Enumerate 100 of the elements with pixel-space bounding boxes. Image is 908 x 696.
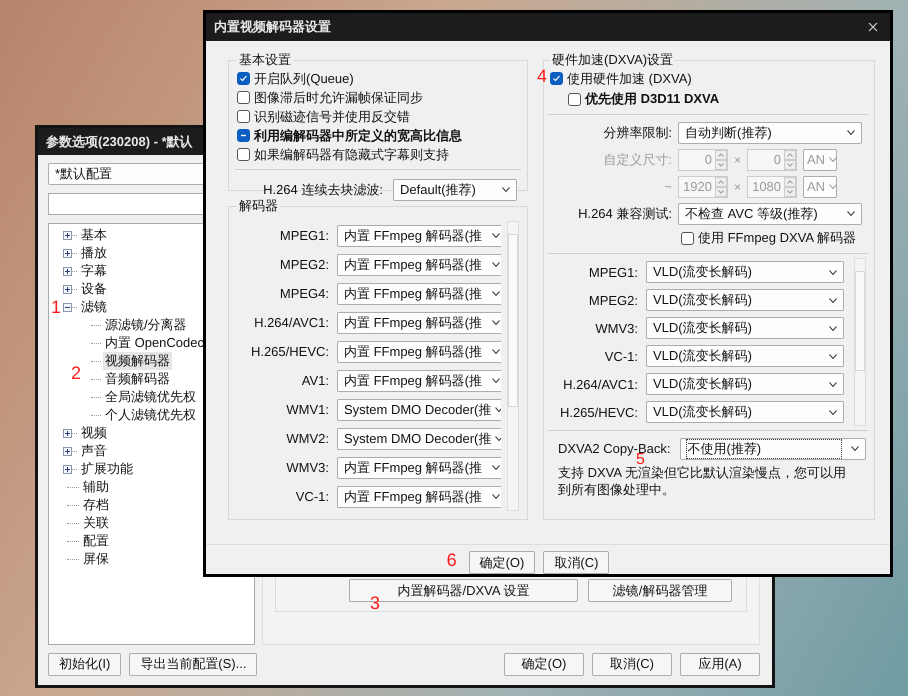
tree-item[interactable]: 内置 OpenCodec bbox=[103, 334, 206, 352]
dropdown[interactable]: 内置 FFmpeg 解码器(推 bbox=[337, 254, 501, 276]
tree-item[interactable]: 关联 bbox=[81, 514, 111, 532]
tree-item[interactable]: 辅助 bbox=[81, 478, 111, 496]
dropdown[interactable]: 内置 FFmpeg 解码器(推 bbox=[337, 370, 501, 392]
chevron-down-icon bbox=[492, 349, 500, 354]
dropdown[interactable]: Default(推荐) bbox=[393, 178, 517, 200]
dropdown[interactable]: 内置 FFmpeg 解码器(推 bbox=[337, 456, 501, 478]
dropdown[interactable]: VLD(流变长解码) bbox=[646, 401, 844, 423]
checkbox[interactable] bbox=[568, 92, 581, 106]
chevron-down-icon bbox=[829, 298, 837, 302]
dropdown[interactable]: 内置 FFmpeg 解码器(推 bbox=[337, 224, 501, 246]
scrollbar[interactable] bbox=[507, 221, 519, 511]
tree-item[interactable]: 存档 bbox=[81, 496, 111, 514]
field-label: H.264/AVC1: bbox=[562, 376, 638, 392]
expand-icon[interactable] bbox=[63, 284, 72, 294]
close-icon[interactable] bbox=[868, 22, 878, 32]
checkbox-label[interactable]: 开启队列(Queue) bbox=[254, 70, 354, 88]
checkbox-label[interactable]: 图像滞后时允许漏帧保证同步 bbox=[254, 88, 423, 106]
checkbox-label[interactable]: 如果编解码器有隐藏式字幕则支持 bbox=[254, 146, 449, 164]
tree-item[interactable]: 个人滤镜优先权 bbox=[103, 406, 198, 424]
tree-item[interactable]: 扩展功能 bbox=[79, 460, 135, 478]
tree-item[interactable]: 设备 bbox=[79, 280, 109, 298]
collapse-icon[interactable] bbox=[63, 302, 72, 312]
tree-item[interactable]: 源滤镜/分离器 bbox=[103, 316, 189, 334]
expand-icon[interactable] bbox=[63, 446, 72, 456]
field-label: WMV3: bbox=[285, 460, 329, 475]
checkbox[interactable] bbox=[681, 232, 694, 244]
checkbox-label[interactable]: 使用硬件加速 (DXVA) bbox=[567, 70, 692, 88]
checkbox-label[interactable]: 利用编解码器中所定义的宽高比信息 bbox=[254, 126, 462, 144]
tree-item[interactable]: 滤镜 bbox=[79, 298, 109, 316]
tree-item[interactable]: 基本 bbox=[79, 226, 109, 244]
chevron-down-icon bbox=[492, 233, 500, 238]
tree-item[interactable]: 屏保 bbox=[81, 550, 111, 568]
expand-icon[interactable] bbox=[63, 230, 72, 240]
chevron-down-icon bbox=[829, 157, 838, 162]
field-label: 自定义尺寸: bbox=[602, 150, 672, 168]
footer-button[interactable]: 初始化(I) bbox=[48, 652, 122, 676]
field-label: WMV2: bbox=[285, 431, 329, 446]
chevron-down-icon bbox=[847, 130, 855, 135]
dropdown[interactable]: VLD(流变长解码) bbox=[646, 345, 844, 367]
footer-button[interactable]: 取消(C) bbox=[592, 652, 672, 676]
dropdown[interactable]: 不检查 AVC 等级(推荐) bbox=[678, 202, 862, 224]
dropdown[interactable]: System DMO Decoder(推 bbox=[337, 398, 501, 420]
tree-item[interactable]: 全局滤镜优先权 bbox=[103, 388, 198, 406]
times-sign: × bbox=[734, 152, 742, 166]
scrollbar[interactable] bbox=[854, 258, 866, 426]
checkbox[interactable] bbox=[550, 72, 563, 85]
dropdown[interactable]: VLD(流变长解码) bbox=[646, 373, 844, 395]
footer-button[interactable]: 应用(A) bbox=[680, 652, 760, 676]
chevron-down-icon bbox=[492, 320, 500, 325]
checkbox-label[interactable]: 识别磁迹信号并使用反交错 bbox=[254, 108, 410, 126]
expand-icon[interactable] bbox=[63, 428, 72, 438]
dropdown[interactable]: VLD(流变长解码) bbox=[646, 317, 844, 339]
dropdown[interactable]: 自动判断(推荐) bbox=[678, 122, 862, 144]
checkbox[interactable] bbox=[237, 91, 250, 104]
panel-button[interactable]: 滤镜/解码器管理 bbox=[588, 579, 732, 602]
chevron-down-icon bbox=[492, 465, 500, 470]
field-label: H.265/HEVC: bbox=[558, 404, 638, 420]
expand-icon[interactable] bbox=[63, 248, 72, 258]
group-title: 解码器 bbox=[238, 197, 279, 215]
tree-item[interactable]: 声音 bbox=[79, 442, 109, 460]
checkbox[interactable] bbox=[237, 72, 250, 85]
dropdown[interactable]: 内置 FFmpeg 解码器(推 bbox=[337, 486, 501, 508]
field-label: ~ bbox=[663, 179, 672, 194]
tree-item[interactable]: 视频 bbox=[79, 424, 109, 442]
checkbox-label[interactable]: 优先使用 D3D11 DXVA bbox=[585, 90, 720, 108]
tree-item[interactable]: 配置 bbox=[81, 532, 111, 550]
footer-button[interactable]: 确定(O) bbox=[504, 652, 584, 676]
checkbox-label[interactable]: 使用 FFmpeg DXVA 解码器 bbox=[698, 229, 856, 247]
chevron-down-icon bbox=[829, 354, 837, 358]
window-title: 参数选项(230208) - *默认 bbox=[46, 132, 193, 150]
dropdown[interactable]: 不使用(推荐) bbox=[680, 438, 866, 460]
check-icon bbox=[552, 74, 561, 83]
dialog-button[interactable]: 取消(C) bbox=[543, 551, 610, 574]
tree-item[interactable]: 字幕 bbox=[79, 262, 109, 280]
checkbox[interactable] bbox=[237, 148, 250, 161]
expand-icon[interactable] bbox=[63, 464, 72, 474]
field-label: WMV1: bbox=[285, 402, 329, 417]
dropdown[interactable]: VLD(流变长解码) bbox=[646, 261, 844, 283]
dropdown[interactable]: 内置 FFmpeg 解码器(推 bbox=[337, 340, 501, 362]
dropdown[interactable]: 内置 FFmpeg 解码器(推 bbox=[337, 282, 501, 304]
tree-item[interactable]: 播放 bbox=[79, 244, 109, 262]
dropdown[interactable]: VLD(流变长解码) bbox=[646, 289, 844, 311]
chevron-down-icon bbox=[829, 270, 837, 274]
tree-item[interactable]: 音频解码器 bbox=[103, 370, 172, 388]
dropdown[interactable]: System DMO Decoder(推 bbox=[337, 428, 501, 450]
field-label: MPEG2: bbox=[588, 292, 638, 308]
checkbox[interactable] bbox=[237, 110, 250, 123]
chevron-down-icon bbox=[492, 262, 500, 267]
expand-icon[interactable] bbox=[63, 266, 72, 276]
field-label: MPEG2: bbox=[278, 257, 329, 272]
annotation-number: 6 bbox=[446, 551, 457, 572]
times-sign: × bbox=[734, 180, 742, 194]
footer-button[interactable]: 导出当前配置(S)... bbox=[129, 652, 258, 676]
dropdown[interactable]: 内置 FFmpeg 解码器(推 bbox=[337, 312, 501, 334]
window-title: 内置视频解码器设置 bbox=[214, 18, 331, 36]
dialog-button[interactable]: 确定(O) bbox=[468, 551, 536, 574]
annotation-number: 1 bbox=[51, 298, 62, 316]
tree-item[interactable]: 视频解码器 bbox=[103, 352, 172, 370]
